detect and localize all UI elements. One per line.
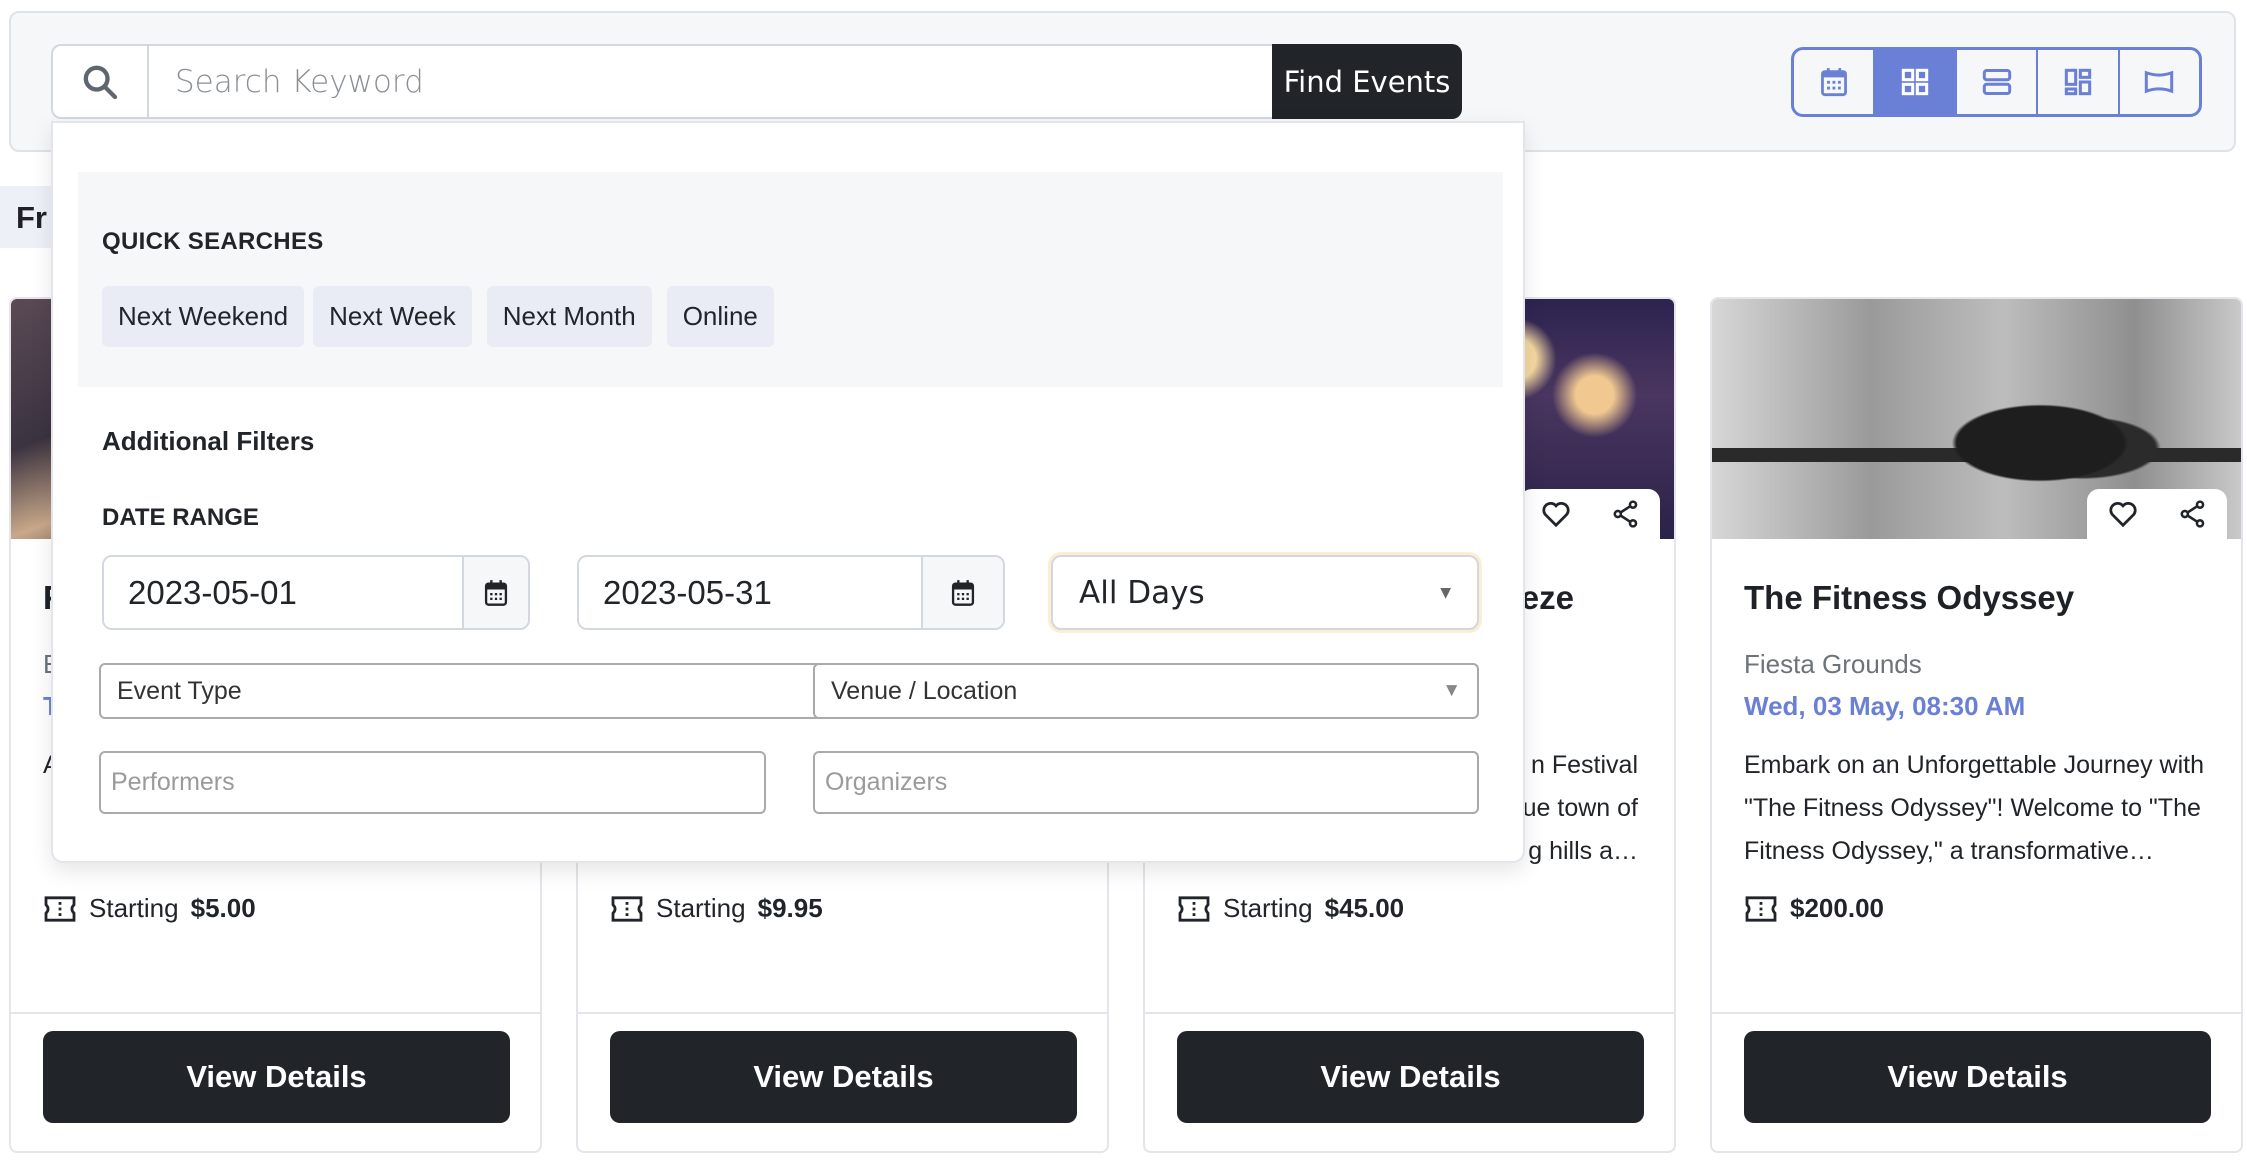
- quick-search-next-weekend[interactable]: Next Weekend: [102, 286, 305, 347]
- ticket-icon: [44, 895, 76, 922]
- ticket-icon: [1745, 895, 1777, 922]
- find-events-button[interactable]: Find Events: [1272, 44, 1462, 119]
- chevron-down-icon: ▼: [1440, 584, 1451, 601]
- ticket-icon: [611, 895, 643, 922]
- end-date-field: [577, 555, 1005, 630]
- event-price: Starting $45.00: [1177, 893, 1404, 924]
- heart-icon[interactable]: [2108, 500, 2138, 528]
- ticket-icon: [1178, 895, 1210, 922]
- list-view-button[interactable]: [1957, 50, 2039, 114]
- price-value: $200.00: [1790, 893, 1884, 923]
- masonry-icon: [2064, 68, 2092, 96]
- organizers-input[interactable]: [813, 751, 1479, 814]
- card-divider: [578, 1012, 1107, 1014]
- calendar-icon: [951, 579, 975, 606]
- quick-search-online[interactable]: Online: [666, 286, 774, 347]
- event-venue: Fiesta Grounds: [1744, 649, 1922, 679]
- price-value: $9.95: [757, 893, 823, 923]
- quick-search-chips: Next Weekend Next Week Next Month Online: [102, 286, 774, 347]
- quick-search-next-month[interactable]: Next Month: [486, 286, 652, 347]
- date-range-label: DATE RANGE: [102, 504, 259, 531]
- start-date-picker-button[interactable]: [462, 557, 528, 628]
- event-type-select[interactable]: Event Type ▼: [99, 663, 866, 719]
- event-card: The Fitness Odyssey Fiesta Grounds Wed, …: [1710, 297, 2243, 1153]
- card-divider: [1712, 1012, 2241, 1014]
- filter-panel: QUICK SEARCHES Next Weekend Next Week Ne…: [51, 121, 1525, 863]
- performers-input[interactable]: [99, 751, 766, 814]
- end-date-picker-button[interactable]: [921, 557, 1003, 628]
- calendar-icon: [484, 579, 508, 606]
- desc-line: ue town of: [1522, 794, 1638, 822]
- additional-filters-title: Additional Filters: [102, 426, 315, 456]
- view-details-button[interactable]: View Details: [43, 1031, 510, 1123]
- calendar-view-button[interactable]: [1794, 50, 1876, 114]
- grid-view-button[interactable]: [1875, 50, 1957, 114]
- venue-value: Venue / Location: [831, 676, 1018, 705]
- price-prefix: Starting: [656, 893, 746, 923]
- list-icon: [1982, 68, 2011, 96]
- event-price: Starting $9.95: [610, 893, 823, 924]
- quick-searches-title: QUICK SEARCHES: [102, 228, 324, 255]
- card-actions: [1520, 489, 1660, 539]
- share-icon[interactable]: [2179, 500, 2207, 528]
- event-title[interactable]: eze: [1521, 579, 1574, 617]
- view-details-button[interactable]: View Details: [1744, 1031, 2211, 1123]
- desc-line: g hills a…: [1528, 837, 1638, 865]
- featured-tab-label: Fr: [16, 200, 47, 235]
- days-select-value: All Days: [1079, 574, 1205, 611]
- card-actions: [2087, 489, 2227, 539]
- slider-icon: [2145, 70, 2174, 94]
- price-value: $5.00: [190, 893, 256, 923]
- card-divider: [1145, 1012, 1674, 1014]
- share-icon[interactable]: [1612, 500, 1640, 528]
- event-description: Embark on an Unforgettable Journey with …: [1744, 751, 2204, 865]
- event-title[interactable]: The Fitness Odyssey: [1744, 579, 2074, 617]
- masonry-view-button[interactable]: [2038, 50, 2120, 114]
- quick-search-next-week[interactable]: Next Week: [313, 286, 472, 347]
- quick-searches-section: QUICK SEARCHES Next Weekend Next Week Ne…: [78, 172, 1503, 387]
- search-group: Find Events: [51, 44, 1462, 119]
- end-date-input[interactable]: [579, 557, 921, 628]
- grid-icon: [1901, 68, 1929, 96]
- event-price: $200.00: [1744, 893, 1884, 924]
- slider-view-button[interactable]: [2120, 50, 2199, 114]
- search-input[interactable]: [148, 44, 1272, 119]
- view-toggle: [1791, 47, 2202, 117]
- days-select[interactable]: All Days ▼: [1051, 555, 1479, 630]
- start-date-input[interactable]: [104, 557, 462, 628]
- event-date: Wed, 03 May, 08:30 AM: [1744, 691, 2026, 721]
- price-prefix: Starting: [89, 893, 179, 923]
- start-date-field: [102, 555, 530, 630]
- search-icon[interactable]: [51, 44, 148, 119]
- view-details-button[interactable]: View Details: [1177, 1031, 1644, 1123]
- calendar-icon: [1820, 68, 1847, 97]
- card-divider: [11, 1012, 540, 1014]
- event-description: n Festival ue town of g hills a…: [1523, 744, 1638, 873]
- desc-line: n Festival: [1531, 751, 1638, 779]
- event-price: Starting $5.00: [43, 893, 256, 924]
- price-prefix: Starting: [1223, 893, 1313, 923]
- price-value: $45.00: [1324, 893, 1405, 923]
- chevron-down-icon: ▼: [1442, 680, 1461, 701]
- heart-icon[interactable]: [1541, 500, 1571, 528]
- view-details-button[interactable]: View Details: [610, 1031, 1077, 1123]
- event-type-value: Event Type: [117, 676, 242, 705]
- venue-select[interactable]: Venue / Location ▼: [813, 663, 1479, 719]
